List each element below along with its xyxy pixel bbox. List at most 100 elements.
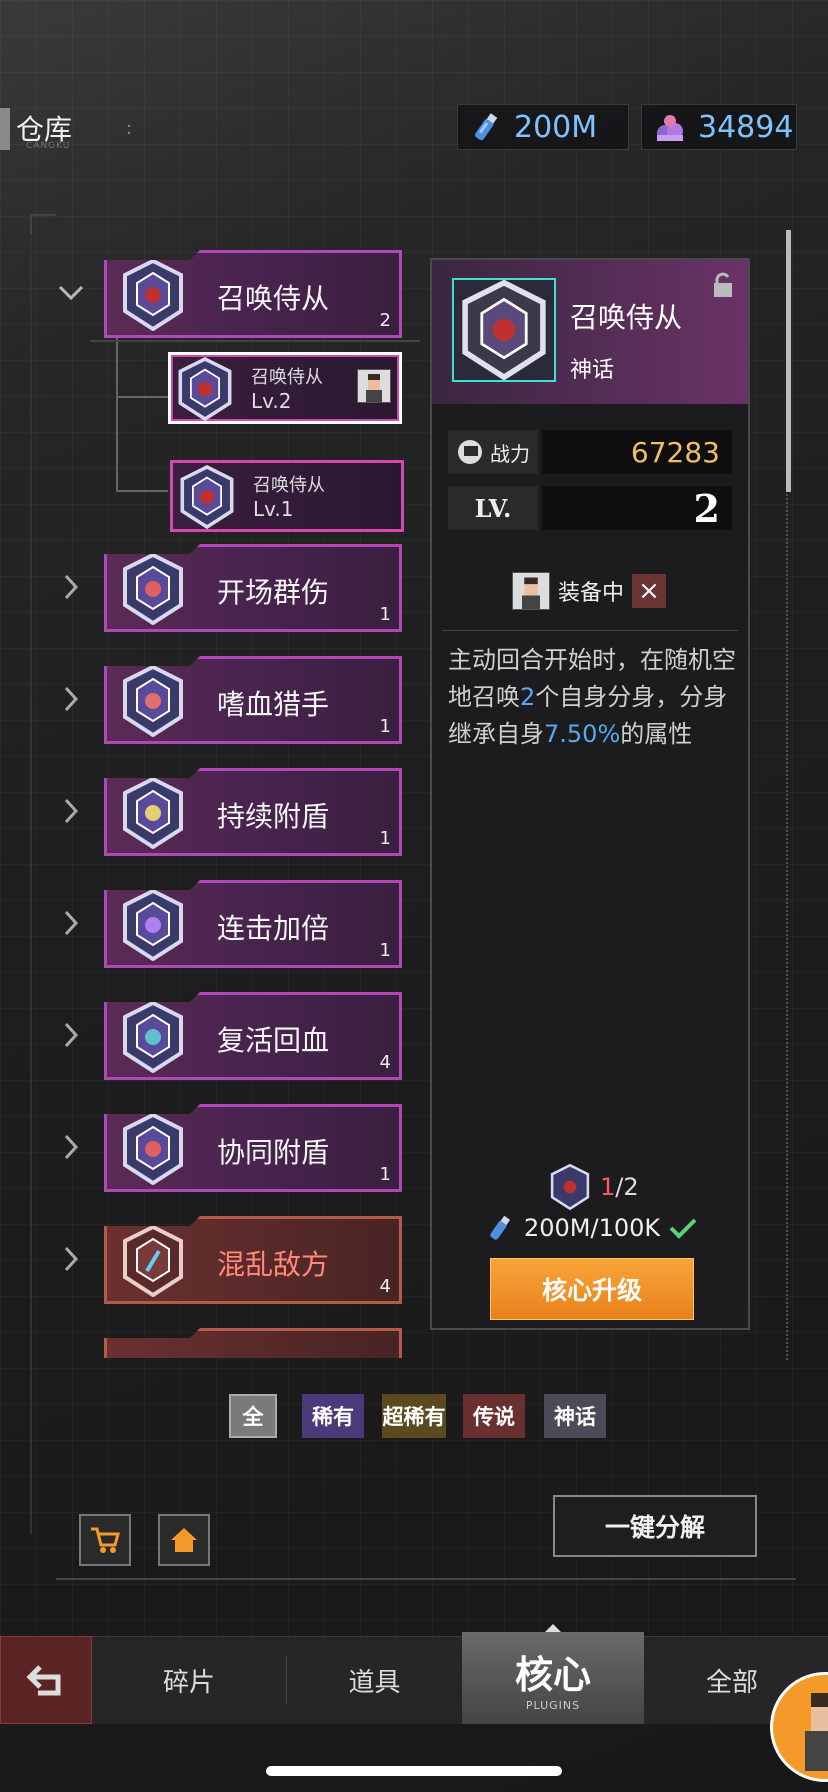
core-name: 混乱敌方 [217,1248,330,1281]
sub-item-name: 召唤侍从 [251,367,323,388]
tree-connector-vertical [116,330,118,490]
equipped-label: 装备中 [558,581,625,606]
mythic-badge-icon [119,1000,187,1077]
equipped-hero-avatar [512,572,550,610]
mythic-badge-icon [119,776,187,853]
tree-connector-h2 [116,490,168,492]
core-name: 开场群伤 [217,576,330,609]
mythic-badge-icon [119,664,187,741]
page-subtitle: CANGKU [26,141,71,151]
core-item-combo-double[interactable]: 连击加倍 1 [104,880,402,968]
player-avatar[interactable] [770,1672,828,1792]
level-value: 2 [542,486,732,531]
resource-gem-value: 34894 [698,109,794,145]
resource-bottle-counter[interactable]: 200M [457,104,629,150]
core-name: 召唤侍从 [217,282,330,315]
resource-gem-counter[interactable]: 34894 [641,104,797,150]
core-upgrade-button[interactable]: 核心升级 [490,1258,694,1320]
mythic-badge-icon [175,357,235,425]
resource-bottle-value: 200M [514,109,598,145]
tab-core-label: 核心 [514,1652,591,1697]
back-button[interactable] [0,1636,92,1724]
level-row: LV. 2 [448,486,732,531]
legendary-badge-icon [119,1224,187,1301]
core-name: 嗜血猎手 [217,688,330,721]
filter-all[interactable]: 全 [229,1394,277,1438]
core-name: 协同附盾 [217,1136,330,1169]
active-tab-indicator [545,1624,561,1632]
unequip-close-icon[interactable]: × [632,574,667,608]
core-name: 连击加倍 [217,912,330,945]
expand-chevron-icon[interactable] [62,908,80,946]
core-item-bloodthirsty-hunter[interactable]: 嗜血猎手 1 [104,656,402,744]
core-item-revive-heal[interactable]: 复活回血 4 [104,992,402,1080]
bottle-icon [458,109,514,145]
core-description: 主动回合开始时，在随机空地召唤2个自身分身，分身继承自身7.50%的属性 [448,646,736,748]
sub-item-level: Lv.1 [253,497,294,521]
core-fragment-icon [550,1164,590,1210]
mythic-badge-icon [119,258,187,335]
shop-cart-button[interactable] [79,1514,131,1566]
title-accent-bar [0,108,10,150]
core-count: 2 [379,310,391,331]
expand-chevron-icon[interactable] [62,796,80,834]
core-count: 4 [379,1052,391,1073]
power-row: 战力 67283 [448,430,732,474]
core-count: 4 [379,1276,391,1297]
detail-core-icon [452,278,556,382]
mythic-badge-icon [119,552,187,629]
mythic-badge-icon [177,465,237,533]
level-label: LV. [448,486,538,530]
core-count: 1 [379,716,391,737]
scrollbar-thumb[interactable] [786,230,791,492]
tab-fragments[interactable]: 碎片 [92,1636,286,1724]
equipped-hero-avatar [357,369,391,403]
expand-chevron-icon[interactable] [62,1132,80,1170]
bottom-divider [56,1578,796,1580]
tab-core-sublabel: PLUGINS [525,1699,581,1712]
unlock-icon[interactable] [712,272,734,302]
expand-chevron-icon[interactable] [62,572,80,610]
decompose-all-button[interactable]: 一键分解 [553,1495,757,1557]
core-count: 1 [379,604,391,625]
equipped-status: 装备中 × [512,572,667,610]
sub-item-summon-lv2[interactable]: 召唤侍从 Lv.2 [168,352,402,424]
mythic-badge-icon [119,1112,187,1189]
expand-chevron-icon[interactable] [62,1244,80,1282]
collapse-chevron-icon[interactable] [56,276,86,311]
bottle-icon [490,1215,511,1240]
core-item-opening-aoe[interactable]: 开场群伤 1 [104,544,402,632]
filter-super-rare[interactable]: 超稀有 [382,1394,446,1438]
home-button[interactable] [158,1514,210,1566]
tab-items[interactable]: 道具 [287,1636,462,1724]
filter-legendary[interactable]: 传说 [463,1394,525,1438]
home-icon [171,1528,197,1552]
detail-core-name: 召唤侍从 [570,301,683,334]
core-name: 持续附盾 [217,800,330,833]
core-item-continuous-shield[interactable]: 持续附盾 1 [104,768,402,856]
core-item-coop-shield[interactable]: 协同附盾 1 [104,1104,402,1192]
upgrade-fragment-requirement: 1/2 [546,1164,639,1210]
cart-icon [91,1527,120,1553]
expand-chevron-icon[interactable] [62,1020,80,1058]
filter-rare[interactable]: 稀有 [302,1394,364,1438]
tab-core[interactable]: 核心 PLUGINS [462,1632,644,1724]
power-value: 67283 [542,430,732,474]
expand-chevron-icon[interactable] [62,684,80,722]
home-indicator [266,1766,562,1776]
deco-line [30,234,32,1534]
gem-pile-icon [642,109,698,145]
upgrade-cost: 200M/100K [484,1212,698,1244]
sub-item-level: Lv.2 [251,389,292,413]
mythic-badge-icon [119,888,187,965]
sub-item-summon-lv1[interactable]: 召唤侍从 Lv.1 [170,460,404,532]
filter-mythic[interactable]: 神话 [544,1394,606,1438]
core-detail-panel: 召唤侍从 神话 战力 67283 LV. 2 装备中 × 主动回合开始时，在随机… [430,258,750,1330]
core-name: 复活回血 [217,1024,330,1057]
deco-bracket [30,214,56,234]
core-count: 1 [379,1164,391,1185]
detail-core-rarity: 神话 [570,358,615,383]
core-item-chaos-enemy[interactable]: 混乱敌方 4 [104,1216,402,1304]
core-item-summon[interactable]: 召唤侍从 2 [104,250,402,338]
tree-connector-h1 [116,396,168,398]
